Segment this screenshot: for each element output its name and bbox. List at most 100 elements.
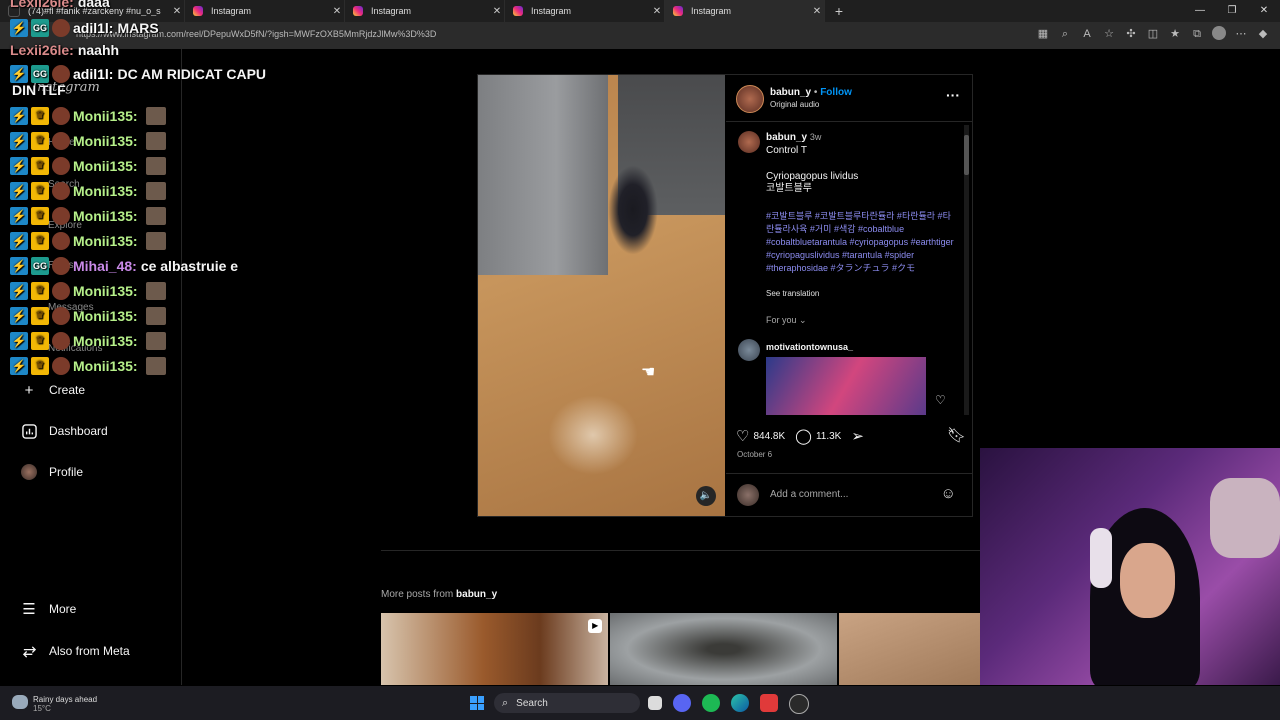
post-thumbnail[interactable]: ▶ <box>381 613 609 685</box>
windows-start-icon[interactable] <box>470 696 484 710</box>
collections-icon[interactable]: ⧉ <box>1190 26 1204 42</box>
post-thumbnail[interactable] <box>610 613 838 685</box>
caption-line <box>766 157 951 171</box>
nav-label: Also from Meta <box>49 644 130 658</box>
chat-message: ⚡ GG Mihai_48: ce albastruie e <box>10 257 238 275</box>
suggested-post-thumbnail[interactable] <box>766 357 926 415</box>
app-icon[interactable] <box>760 694 778 712</box>
badge-icon <box>52 282 70 300</box>
close-tab-icon[interactable]: ✕ <box>490 6 504 17</box>
chevron-down-icon: ⌄ <box>799 315 807 325</box>
browser-tab[interactable]: Instagram ✕ <box>185 0 345 22</box>
settings-menu-icon[interactable]: ⋯ <box>1234 26 1248 42</box>
reel-video[interactable]: 🔈 <box>478 75 725 516</box>
favorites-icon[interactable]: ★ <box>1168 26 1182 42</box>
chat-message: ⚡ ♛ Monii135: <box>10 132 166 150</box>
search-icon: ⌕ <box>502 696 509 709</box>
weather-icon[interactable] <box>12 695 28 709</box>
new-tab-icon[interactable]: + <box>829 3 849 19</box>
post-details-panel: babun_y • Follow Original audio ··· babu… <box>726 75 972 516</box>
chat-username: Lexii26le: <box>10 0 74 10</box>
more-posts-grid: ▶ <box>381 613 980 685</box>
nav-more[interactable]: ☰ More <box>20 600 76 618</box>
nav-create[interactable]: + Create <box>20 381 85 399</box>
chat-message: Lexii26le: naahh <box>10 42 119 58</box>
steam-icon[interactable] <box>789 694 809 714</box>
caption-scrollbar[interactable] <box>964 125 969 415</box>
emote-icon <box>145 282 166 300</box>
post-header: babun_y • Follow Original audio ··· <box>726 75 972 122</box>
badge-icon: ⚡ <box>10 332 28 350</box>
close-tab-icon[interactable]: ✕ <box>810 6 824 17</box>
instagram-icon <box>353 6 363 16</box>
app-icon[interactable]: ▦ <box>1036 26 1050 42</box>
close-tab-icon[interactable]: ✕ <box>650 6 664 17</box>
post-thumbnail[interactable] <box>839 613 980 685</box>
streamer-face <box>1120 543 1175 618</box>
suggested-username[interactable]: motivationtownusa_ <box>766 342 853 352</box>
share-button[interactable]: ➢ <box>851 427 868 445</box>
badge-icon <box>52 307 70 325</box>
split-screen-icon[interactable]: ◫ <box>1146 26 1160 42</box>
discord-icon[interactable] <box>673 694 691 712</box>
maximize-icon[interactable]: ❐ <box>1216 0 1248 22</box>
zoom-icon[interactable]: ⌕ <box>1058 26 1072 42</box>
caption-avatar[interactable] <box>738 131 760 153</box>
author-avatar[interactable] <box>736 85 764 113</box>
copilot-icon[interactable]: ◆ <box>1256 26 1270 42</box>
extensions-icon[interactable]: ✣ <box>1124 26 1138 42</box>
badge-icon <box>52 257 70 275</box>
chat-username: Monii135: <box>73 333 138 349</box>
crown-icon: ♛ <box>31 132 49 150</box>
author-line: babun_y • Follow <box>770 87 852 98</box>
close-tab-icon[interactable]: ✕ <box>330 6 344 17</box>
more-posts-heading: More posts from babun_y <box>381 589 497 600</box>
badge-icon: GG <box>31 19 49 37</box>
comment-input[interactable]: Add a comment... <box>770 489 848 500</box>
spotify-icon[interactable] <box>702 694 720 712</box>
read-aloud-icon[interactable]: A <box>1080 26 1094 42</box>
nav-dashboard[interactable]: Dashboard <box>20 422 108 440</box>
like-button[interactable]: ♡ 844.8K <box>736 427 785 445</box>
suggested-avatar[interactable] <box>738 339 760 361</box>
edge-icon[interactable] <box>731 694 749 712</box>
task-view-icon[interactable] <box>648 696 662 710</box>
browser-tab-active[interactable]: Instagram ✕ <box>665 0 825 22</box>
see-translation-link[interactable]: See translation <box>766 289 819 298</box>
more-posts-user[interactable]: babun_y <box>456 589 497 600</box>
favorite-icon[interactable]: ☆ <box>1102 26 1116 42</box>
caption-hashtags[interactable]: #코발트블루 #코발트블루타란튤라 #타란튤라 #타란튤라사육 #거미 #색감 … <box>766 210 956 275</box>
nav-profile[interactable]: Profile <box>20 463 83 481</box>
emoji-icon[interactable]: ☺ <box>941 485 956 502</box>
nav-also-from-meta[interactable]: Also from Meta <box>20 642 130 660</box>
author-username[interactable]: babun_y <box>770 87 811 98</box>
for-you-dropdown[interactable]: For you ⌄ <box>766 315 807 326</box>
chat-message: ⚡ ♛ Monii135: <box>10 232 166 250</box>
chat-text: DC AM RIDICAT CAPU <box>117 66 267 82</box>
chat-message: ⚡ ♛ Monii135: <box>10 357 166 375</box>
audio-label[interactable]: Original audio <box>770 100 819 109</box>
minimize-icon[interactable]: — <box>1184 0 1216 22</box>
profile-avatar[interactable] <box>1212 26 1226 42</box>
badge-icon: ⚡ <box>10 357 28 375</box>
webcam-overlay <box>980 448 1280 685</box>
menu-icon: ☰ <box>22 601 36 618</box>
follow-button[interactable]: Follow <box>820 87 852 98</box>
weather-widget[interactable]: Rainy days ahead 15°C <box>33 695 97 713</box>
instagram-icon <box>513 6 523 16</box>
heart-icon: ♡ <box>736 428 750 445</box>
volume-icon[interactable]: 🔈 <box>696 486 716 506</box>
taskbar-search[interactable]: ⌕ Search <box>494 693 640 713</box>
close-tab-icon[interactable]: ✕ <box>170 6 184 17</box>
more-options-icon[interactable]: ··· <box>946 87 960 103</box>
badge-icon: ⚡ <box>10 207 28 225</box>
caption-username[interactable]: babun_y <box>766 132 807 143</box>
browser-tab[interactable]: Instagram ✕ <box>505 0 665 22</box>
close-window-icon[interactable]: ✕ <box>1248 0 1280 22</box>
bookmark-icon[interactable]: 🔖︎ <box>947 426 966 444</box>
comment-count: 11.3K <box>815 430 842 442</box>
comment-button[interactable]: ◯ 11.3K <box>795 427 841 445</box>
browser-tab[interactable]: Instagram ✕ <box>345 0 505 22</box>
post-actions: ♡ 844.8K ◯ 11.3K ➢ 🔖︎ <box>736 426 966 446</box>
heart-icon[interactable]: ♡ <box>935 393 946 407</box>
